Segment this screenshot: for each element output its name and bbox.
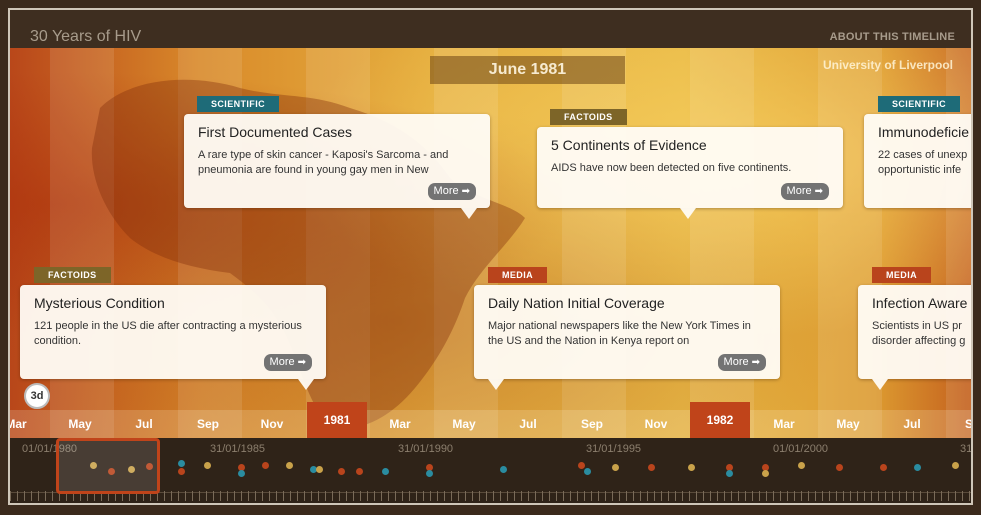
month-tick-label: Mar bbox=[10, 417, 27, 431]
overview-viewport-handle[interactable] bbox=[56, 438, 160, 494]
month-tick-label: Sep bbox=[944, 410, 971, 438]
month-tick-label: Sep bbox=[196, 417, 219, 431]
month-tick-label: Mar bbox=[773, 417, 795, 431]
month-tick-label: Sep bbox=[580, 417, 603, 431]
card-pointer bbox=[461, 208, 477, 219]
more-button[interactable]: More ➡ bbox=[717, 354, 766, 371]
event-dot bbox=[178, 460, 185, 467]
event-dot bbox=[500, 466, 507, 473]
card-pointer bbox=[298, 379, 314, 390]
event-dot bbox=[578, 462, 585, 469]
event-dot bbox=[584, 468, 591, 475]
event-description: Scientists in US pr disorder affecting g bbox=[872, 320, 966, 347]
month-tick-label: Mar bbox=[389, 417, 411, 431]
event-dot bbox=[262, 462, 269, 469]
event-dot bbox=[382, 468, 389, 475]
event-dot bbox=[286, 462, 293, 469]
event-title: Daily Nation Initial Coverage bbox=[488, 295, 665, 311]
year-marker[interactable]: 1982 bbox=[690, 402, 750, 438]
overview-date-label: 31 bbox=[960, 443, 973, 455]
current-date-banner: June 1981 bbox=[430, 56, 625, 84]
event-title: Mysterious Condition bbox=[34, 295, 165, 311]
event-dot bbox=[204, 462, 211, 469]
event-dot bbox=[880, 464, 887, 471]
card-pointer bbox=[872, 379, 888, 390]
overview-date-label: 31/01/1995 bbox=[586, 443, 642, 455]
month-tick-label: Nov bbox=[260, 417, 284, 431]
month-tick-label: Jul bbox=[903, 417, 921, 431]
event-description: Major national newspapers like the New Y… bbox=[488, 320, 751, 347]
more-label: More bbox=[433, 185, 459, 197]
event-dot bbox=[688, 464, 695, 471]
month-axis: Mar May Jul Sep Nov 1981 Mar May Jul Sep… bbox=[10, 402, 971, 438]
year-marker[interactable]: 1981 bbox=[307, 402, 367, 438]
event-dot bbox=[836, 464, 843, 471]
event-title: First Documented Cases bbox=[198, 124, 353, 140]
more-label: More bbox=[786, 185, 812, 197]
event-category-tag: SCIENTIFIC bbox=[197, 96, 280, 112]
event-card-mysterious-condition[interactable]: Mysterious Condition 121 people in the U… bbox=[20, 285, 326, 379]
app-title: 30 Years of HIV bbox=[30, 28, 142, 45]
event-dot bbox=[612, 464, 619, 471]
more-label: More bbox=[723, 356, 749, 368]
overview-date-label: 01/01/2000 bbox=[773, 443, 829, 455]
about-timeline-link[interactable]: ABOUT THIS TIMELINE bbox=[830, 31, 955, 43]
month-tick-label: Jul bbox=[519, 417, 537, 431]
card-pointer bbox=[680, 208, 696, 219]
event-category-tag: MEDIA bbox=[872, 267, 931, 283]
zoom-level-badge[interactable]: 3d bbox=[24, 383, 50, 409]
event-card-infection-awareness[interactable]: Infection Aware Scientists in US pr diso… bbox=[858, 285, 971, 379]
overview-navigator[interactable]: 01/01/1980 31/01/1985 31/01/1990 31/01/1… bbox=[10, 438, 971, 503]
more-label: More bbox=[269, 356, 295, 368]
event-dot bbox=[178, 468, 185, 475]
card-pointer bbox=[488, 379, 504, 390]
arrow-right-icon: ➡ bbox=[814, 186, 823, 197]
event-dot bbox=[914, 464, 921, 471]
event-description: 22 cases of unexp opportunistic infe bbox=[878, 149, 968, 176]
more-button[interactable]: More ➡ bbox=[263, 354, 312, 371]
month-tick-label: Jul bbox=[135, 417, 153, 431]
event-dot bbox=[726, 470, 733, 477]
overview-date-label: 31/01/1990 bbox=[398, 443, 454, 455]
month-tick-label: May bbox=[836, 417, 860, 431]
attribution-label: University of Liverpool bbox=[822, 58, 953, 72]
event-category-tag: MEDIA bbox=[488, 267, 547, 283]
event-category-tag: FACTOIDS bbox=[34, 267, 111, 283]
arrow-right-icon: ➡ bbox=[297, 357, 306, 368]
event-description: 121 people in the US die after contracti… bbox=[34, 320, 302, 347]
event-dot bbox=[762, 470, 769, 477]
month-tick-label: May bbox=[452, 417, 476, 431]
timeline-stage[interactable]: June 1981 University of Liverpool SCIENT… bbox=[10, 48, 971, 438]
overview-date-label: 31/01/1985 bbox=[210, 443, 266, 455]
event-description: AIDS have now been detected on five cont… bbox=[551, 162, 792, 174]
event-category-tag: FACTOIDS bbox=[550, 109, 627, 125]
timeline-app: 30 Years of HIV ABOUT THIS TIMELINE June… bbox=[8, 8, 973, 505]
event-dot bbox=[798, 462, 805, 469]
month-tick-label: Nov bbox=[644, 417, 668, 431]
event-dot bbox=[648, 464, 655, 471]
event-title: Immunodeficie bbox=[878, 124, 970, 140]
event-dot bbox=[426, 470, 433, 477]
event-title: 5 Continents of Evidence bbox=[551, 137, 707, 153]
event-category-tag: SCIENTIFIC bbox=[878, 96, 961, 112]
event-dot bbox=[338, 468, 345, 475]
event-card-5-continents-of-evidence[interactable]: 5 Continents of Evidence AIDS have now b… bbox=[537, 127, 843, 208]
event-dot bbox=[316, 466, 323, 473]
event-card-first-documented-cases[interactable]: First Documented Cases A rare type of sk… bbox=[184, 114, 490, 208]
event-description: A rare type of skin cancer - Kaposi's Sa… bbox=[198, 149, 449, 176]
header-bar: 30 Years of HIV ABOUT THIS TIMELINE bbox=[10, 10, 971, 48]
event-dot bbox=[952, 462, 959, 469]
more-button[interactable]: More ➡ bbox=[780, 183, 829, 200]
more-button[interactable]: More ➡ bbox=[427, 183, 476, 200]
event-title: Infection Aware bbox=[872, 295, 968, 311]
arrow-right-icon: ➡ bbox=[461, 186, 470, 197]
event-dot bbox=[356, 468, 363, 475]
event-card-immunodeficiency[interactable]: Immunodeficie 22 cases of unexp opportun… bbox=[864, 114, 971, 208]
month-tick-label: May bbox=[68, 417, 92, 431]
event-card-daily-nation-initial-coverage[interactable]: Daily Nation Initial Coverage Major nati… bbox=[474, 285, 780, 379]
arrow-right-icon: ➡ bbox=[751, 357, 760, 368]
event-dot bbox=[238, 470, 245, 477]
